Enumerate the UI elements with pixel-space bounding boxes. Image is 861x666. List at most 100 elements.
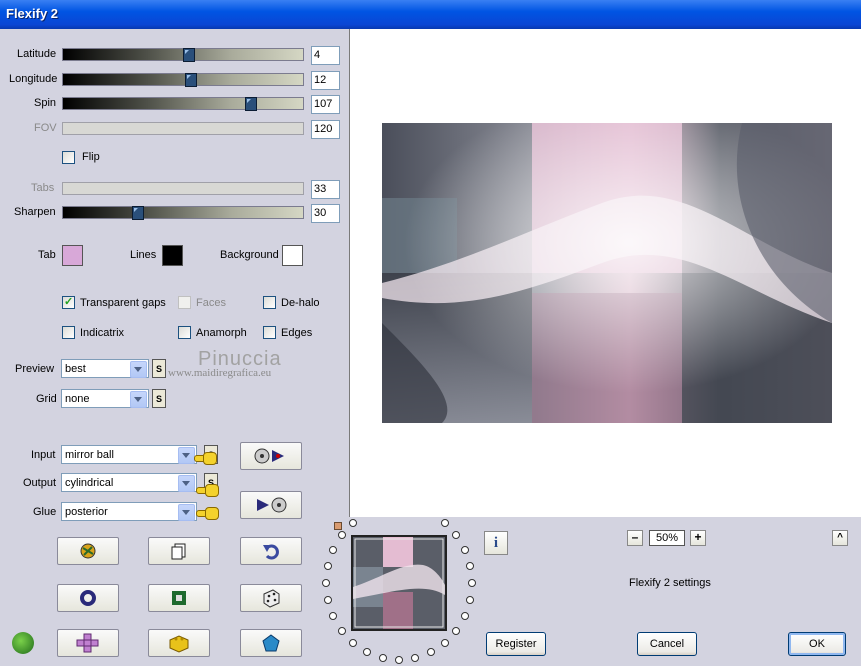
window-title: Flexify 2 [6, 6, 59, 21]
latitude-label: Latitude [17, 48, 57, 60]
ring-dot[interactable] [395, 656, 403, 664]
anamorph-checkbox[interactable] [178, 326, 191, 339]
chevron-down-icon[interactable] [130, 391, 147, 408]
settings-label: Flexify 2 settings [629, 577, 711, 589]
de-halo-checkbox[interactable] [263, 296, 276, 309]
play-disc-icon [257, 497, 287, 513]
fov-value: 120 [311, 120, 340, 139]
zoom-in-button[interactable]: + [690, 530, 706, 546]
tabs-label: Tabs [31, 182, 55, 194]
background-color-label: Background [220, 249, 279, 261]
title-bar: Flexify 2 [0, 0, 861, 29]
grid-label: Grid [36, 393, 57, 405]
gem-shape-button[interactable] [240, 629, 302, 657]
ring-dot[interactable] [440, 639, 449, 648]
indicatrix-label: Indicatrix [80, 327, 125, 339]
register-button[interactable]: Register [486, 632, 546, 656]
preview-select[interactable]: best [61, 359, 149, 378]
faces-checkbox [178, 296, 191, 309]
square-shape-button[interactable] [148, 584, 210, 612]
ring-dot[interactable] [468, 579, 476, 587]
pointing-hand-icon [196, 484, 219, 497]
cancel-button[interactable]: Cancel [637, 632, 697, 656]
tab-color-swatch[interactable] [62, 245, 83, 266]
glue-select-value: posterior [65, 506, 108, 518]
longitude-value[interactable]: 12 [311, 71, 340, 90]
spin-value[interactable]: 107 [311, 95, 340, 114]
slider-thumb[interactable] [245, 97, 258, 111]
copy-icon [171, 543, 186, 560]
edges-label: Edges [281, 327, 313, 339]
collapse-button[interactable]: ^ [832, 530, 848, 546]
latitude-slider[interactable] [62, 48, 304, 62]
chevron-down-icon[interactable] [178, 504, 195, 521]
input-select-value: mirror ball [65, 449, 114, 461]
background-color-swatch[interactable] [282, 245, 303, 266]
sharpen-slider[interactable] [62, 206, 304, 220]
slider-thumb[interactable] [182, 48, 195, 62]
cross-shape-button[interactable] [57, 629, 119, 657]
chevron-down-icon[interactable] [130, 361, 147, 378]
navigator-thumbnail[interactable] [351, 535, 447, 631]
preview-s-button[interactable]: S [152, 359, 166, 378]
ring-dot[interactable] [337, 530, 346, 539]
flip-checkbox[interactable] [62, 151, 75, 164]
ring-dot[interactable] [452, 530, 461, 539]
fov-slider [62, 122, 304, 135]
tab-color-label: Tab [38, 249, 56, 261]
transparent-gaps-label: Transparent gaps [80, 297, 166, 309]
ring-dot[interactable] [337, 627, 346, 635]
zoom-out-button[interactable]: – [627, 530, 643, 546]
ring-dot[interactable] [323, 561, 332, 570]
grid-select[interactable]: none [61, 389, 149, 408]
output-select[interactable]: cylindrical [61, 473, 197, 492]
preview-select-value: best [65, 363, 86, 375]
spin-label: Spin [34, 97, 57, 109]
play-reverse-button[interactable] [240, 491, 302, 519]
longitude-label: Longitude [9, 73, 58, 85]
transparent-gaps-checkbox[interactable]: ✓ [62, 296, 75, 309]
ring-dot[interactable] [460, 545, 469, 554]
spin-slider[interactable] [62, 97, 304, 111]
glue-select[interactable]: posterior [61, 502, 197, 521]
info-button[interactable]: i [484, 531, 508, 555]
dice-button[interactable] [240, 584, 302, 612]
faces-label: Faces [196, 297, 226, 309]
circle-shape-button[interactable] [57, 584, 119, 612]
ring-dot[interactable] [452, 627, 461, 635]
ring-dot[interactable] [440, 518, 449, 527]
ring-dot[interactable] [329, 545, 338, 554]
block-shape-button[interactable] [148, 629, 210, 657]
globe-icon [80, 543, 96, 559]
latitude-value[interactable]: 4 [311, 46, 340, 65]
chevron-down-icon[interactable] [178, 475, 195, 492]
output-label: Output [23, 477, 57, 489]
play-forward-button[interactable] [240, 442, 302, 470]
chevron-down-icon[interactable] [178, 447, 195, 464]
ring-dot[interactable] [322, 579, 330, 587]
ring-dot[interactable] [378, 654, 387, 663]
lines-color-label: Lines [130, 249, 157, 261]
pointing-hand-icon [196, 507, 219, 520]
tabs-value: 33 [311, 180, 340, 199]
grid-select-value: none [65, 393, 90, 405]
lines-color-swatch[interactable] [162, 245, 183, 266]
ring-dot[interactable] [323, 596, 332, 605]
indicatrix-checkbox[interactable] [62, 326, 75, 339]
sharpen-value[interactable]: 30 [311, 204, 340, 223]
undo-icon [263, 544, 279, 560]
grid-s-button[interactable]: S [152, 389, 166, 408]
input-select[interactable]: mirror ball [61, 445, 197, 464]
randomize-button[interactable] [57, 537, 119, 565]
longitude-slider[interactable] [62, 73, 304, 87]
ring-icon [80, 590, 96, 606]
slider-thumb[interactable] [132, 206, 145, 220]
edges-checkbox[interactable] [263, 326, 276, 339]
ok-button[interactable]: OK [788, 632, 846, 656]
undo-button[interactable] [240, 537, 302, 565]
copy-button[interactable] [148, 537, 210, 565]
ring-handle[interactable] [334, 522, 342, 530]
ring-dot[interactable] [466, 561, 475, 570]
preview-label: Preview [15, 363, 55, 375]
slider-thumb[interactable] [185, 73, 198, 87]
